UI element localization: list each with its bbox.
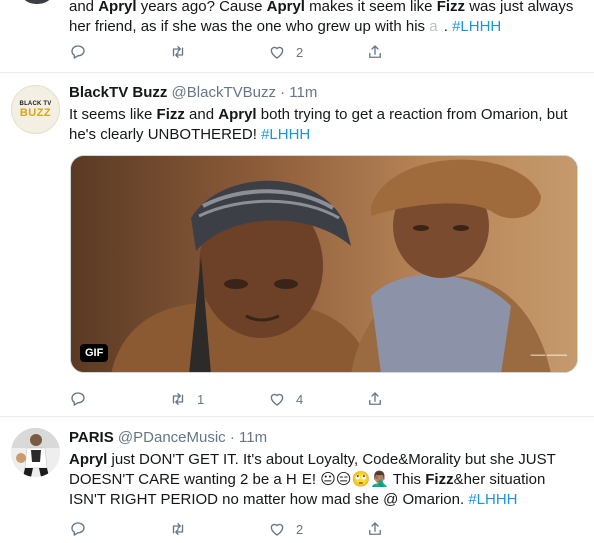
text-segment: years ago? Cause <box>136 0 267 15</box>
tweet-text: It seems like Fizz and Apryl both trying… <box>69 105 580 145</box>
share-icon <box>369 45 381 58</box>
mention-apryl: Apryl <box>218 106 257 123</box>
like-count: 2 <box>296 521 304 537</box>
user-handle[interactable]: @BlackTVBuzz <box>172 84 276 101</box>
timestamp[interactable]: 11m <box>289 84 317 101</box>
like-count: 2 <box>296 44 304 60</box>
mention-fizz: Fizz <box>156 106 185 123</box>
retweet-icon <box>172 523 184 535</box>
retweet-count: 1 <box>197 391 205 407</box>
hashtag-link[interactable]: #LHHH <box>261 126 310 143</box>
tweet-text: and Apryl years ago? Cause Apryl makes i… <box>69 0 580 37</box>
like-count: 4 <box>296 391 304 407</box>
tweet-actions: 2 <box>69 42 409 62</box>
avatar[interactable] <box>11 428 60 477</box>
like-button[interactable]: 4 <box>268 389 303 409</box>
hashtag-link[interactable]: #LHHH <box>452 18 501 35</box>
like-button[interactable]: 2 <box>268 519 303 539</box>
avatar-photo <box>11 428 60 477</box>
mention-apryl: Apryl <box>98 0 137 15</box>
reply-button[interactable] <box>69 42 97 62</box>
tweet-3[interactable]: PARIS @PDanceMusic · 11m Apryl just DON'… <box>0 417 594 543</box>
text-segment: and <box>69 0 99 15</box>
mention-fizz: Fizz <box>436 0 466 15</box>
gif-image <box>71 156 577 372</box>
avatar[interactable]: BLACK TV BUZZ <box>11 85 60 134</box>
share-icon <box>369 392 381 405</box>
retweet-button[interactable] <box>169 519 197 539</box>
tweet-1[interactable]: and Apryl years ago? Cause Apryl makes i… <box>0 0 594 73</box>
text-segment: E! 😐😑🙄🤦🏽‍♂️ This <box>301 471 426 488</box>
share-button[interactable] <box>366 389 384 409</box>
display-name[interactable]: BlackTV Buzz <box>69 84 167 101</box>
tweet-2[interactable]: BLACK TV BUZZ BlackTV Buzz @BlackTVBuzz … <box>0 73 594 417</box>
share-button[interactable] <box>366 42 384 62</box>
heart-icon <box>270 46 284 59</box>
avatar-logo-line2: BUZZ <box>19 106 52 119</box>
mention-apryl: Apryl <box>69 451 108 468</box>
reply-button[interactable] <box>69 519 97 539</box>
retweet-icon <box>172 393 184 405</box>
heart-icon <box>270 523 284 536</box>
reply-icon <box>71 522 85 536</box>
reply-icon <box>71 45 85 59</box>
like-button[interactable]: 2 <box>268 42 303 62</box>
tweet-actions: 1 4 <box>69 389 409 409</box>
reply-button[interactable] <box>69 389 97 409</box>
gif-badge: GIF <box>80 344 109 362</box>
tweet-header: BlackTV Buzz @BlackTVBuzz · 11m <box>69 83 580 103</box>
tweet-header: PARIS @PDanceMusic · 11m <box>69 428 580 448</box>
tweet-actions: 2 <box>69 519 409 539</box>
retweet-button[interactable]: 1 <box>169 389 204 409</box>
separator-dot: · <box>280 84 286 101</box>
media-watermark: ▬▬▬ ▬▬▬▬ <box>530 352 567 358</box>
retweet-icon <box>172 46 184 58</box>
hashtag-link[interactable]: #LHHH <box>468 491 517 508</box>
user-handle[interactable]: @PDanceMusic <box>118 429 226 446</box>
share-icon <box>369 522 381 535</box>
share-button[interactable] <box>366 519 384 539</box>
gif-media[interactable]: GIF ▬▬▬ ▬▬▬▬ <box>70 155 578 373</box>
censored-text: a <box>429 18 444 35</box>
mention-apryl: Apryl <box>266 0 305 15</box>
text-segment: makes it seem like <box>304 0 437 15</box>
display-name[interactable]: PARIS <box>69 429 114 446</box>
text-segment: . <box>443 18 453 35</box>
heart-icon <box>270 393 284 406</box>
retweet-button[interactable] <box>169 42 197 62</box>
text-segment: It seems like <box>69 106 157 123</box>
reply-icon <box>71 392 85 406</box>
separator-dot: · <box>229 429 235 446</box>
mention-fizz: Fizz <box>425 471 454 488</box>
tweet-text: Apryl just DON'T GET IT. It's about Loya… <box>69 450 580 510</box>
timestamp[interactable]: 11m <box>239 429 267 446</box>
text-segment: and <box>184 106 219 123</box>
avatar[interactable] <box>18 0 56 4</box>
